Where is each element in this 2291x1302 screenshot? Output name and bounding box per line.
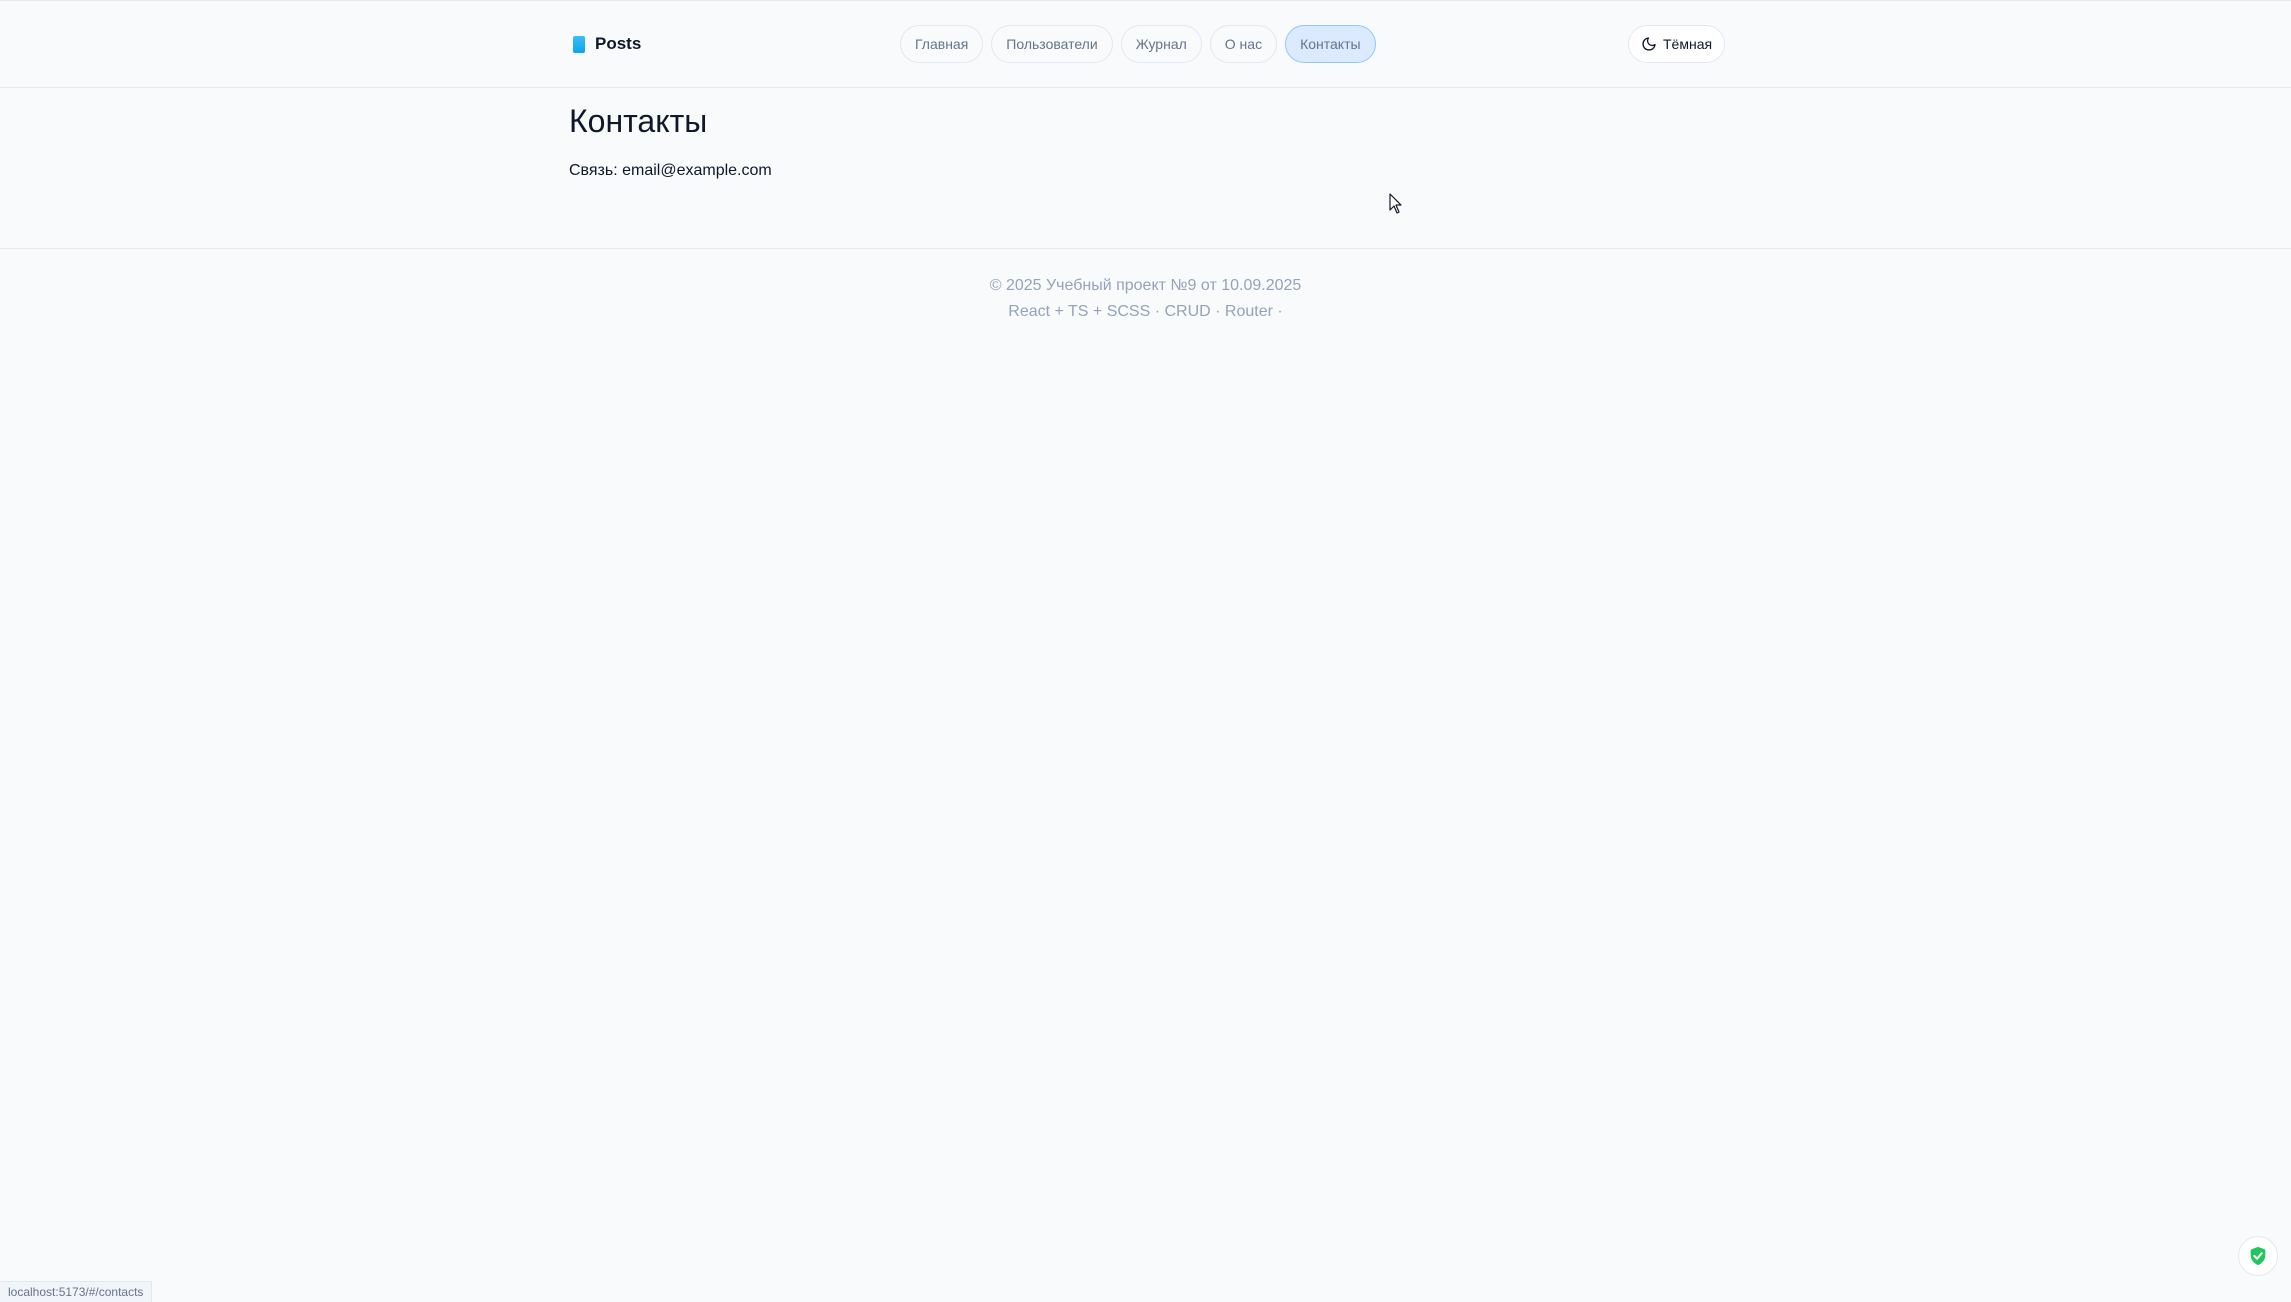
moon-icon <box>1642 37 1656 51</box>
top-header: Posts Главная Пользователи Журнал О нас … <box>0 0 2291 88</box>
nav-item-home[interactable]: Главная <box>900 25 984 63</box>
page: Posts Главная Пользователи Журнал О нас … <box>0 0 2291 1302</box>
page-title: Контакты <box>569 103 708 139</box>
nav-item-journal[interactable]: Журнал <box>1120 25 1202 63</box>
book-icon <box>573 35 585 53</box>
footer-divider <box>0 248 2291 249</box>
brand-name: Posts <box>595 34 642 53</box>
shield-check-icon[interactable] <box>2238 1236 2278 1276</box>
nav-item-about[interactable]: О нас <box>1209 25 1278 63</box>
brand-logo[interactable]: Posts <box>573 34 641 54</box>
theme-toggle-button[interactable]: Тёмная <box>1628 25 1726 63</box>
main-nav: Главная Пользователи Журнал О нас Контак… <box>900 25 1376 63</box>
mouse-cursor-icon <box>1389 193 1402 214</box>
theme-toggle-label: Тёмная <box>1663 36 1713 52</box>
nav-item-users[interactable]: Пользователи <box>991 25 1113 63</box>
status-bar-url: localhost:5173/#/contacts <box>0 1281 153 1302</box>
footer-copyright: © 2025 Учебный проект №9 от 10.09.2025 <box>989 277 1302 294</box>
nav-item-contacts[interactable]: Контакты <box>1285 25 1376 63</box>
contact-text: Связь: email@example.com <box>569 162 772 179</box>
footer-tech-stack: React + TS + SCSS · CRUD · Router · <box>1008 303 1283 320</box>
